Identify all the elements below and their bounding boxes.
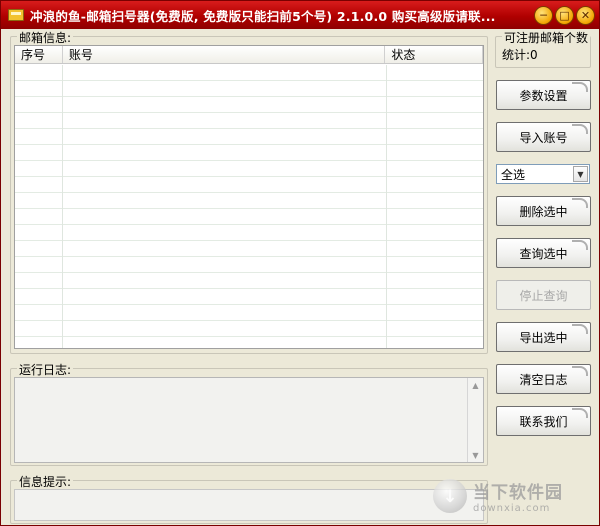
export-selected-label: 导出选中 (519, 330, 568, 345)
watermark-cn: 当下软件园 (473, 483, 563, 503)
download-arrow-icon: ↓ (433, 479, 467, 513)
run-log-group: 运行日志: ▲ ▼ (10, 361, 488, 466)
column-header-status[interactable]: 状态 (385, 46, 483, 63)
selection-value: 全选 (501, 167, 526, 182)
info-tips-group: 信息提示: (10, 473, 488, 524)
swirl-decoration-icon (572, 198, 588, 208)
contact-us-label: 联系我们 (519, 414, 568, 429)
selection-dropdown[interactable]: 全选 ▼ (496, 164, 590, 184)
swirl-decoration-icon (572, 82, 588, 92)
close-button[interactable]: ✕ (576, 6, 595, 25)
query-selected-label: 查询选中 (519, 246, 568, 261)
log-scrollbar[interactable]: ▲ ▼ (467, 378, 483, 462)
mailbox-info-group: 邮箱信息: 序号 账号 状态 (10, 29, 488, 354)
watermark-text: 当下软件园 downxia.com (473, 478, 563, 514)
delete-selected-label: 删除选中 (519, 204, 568, 219)
delete-selected-button[interactable]: 删除选中 (496, 196, 591, 226)
clear-log-label: 清空日志 (519, 372, 568, 387)
scroll-down-icon[interactable]: ▼ (468, 448, 483, 462)
run-log-label: 运行日志: (17, 361, 74, 378)
chevron-down-icon[interactable]: ▼ (573, 166, 588, 182)
scroll-up-icon[interactable]: ▲ (468, 378, 483, 392)
registrable-count-group: 可注册邮箱个数 统计:0 (495, 29, 591, 68)
info-tips-label: 信息提示: (17, 473, 74, 490)
table-header: 序号 账号 状态 (15, 46, 483, 64)
swirl-decoration-icon (572, 240, 588, 250)
window-controls: ─ □ ✕ (534, 6, 595, 25)
import-accounts-label: 导入账号 (519, 130, 568, 145)
run-log-textarea[interactable]: ▲ ▼ (14, 377, 484, 463)
import-accounts-button[interactable]: 导入账号 (496, 122, 591, 152)
swirl-decoration-icon (572, 366, 588, 376)
params-settings-label: 参数设置 (519, 88, 568, 103)
window-title: 冲浪的鱼-邮箱扫号器(免费版, 免费版只能扫前5个号) 2.1.0.0 购买高级… (30, 8, 496, 24)
table-body[interactable] (15, 65, 483, 348)
title-bar[interactable]: 冲浪的鱼-邮箱扫号器(免费版, 免费版只能扫前5个号) 2.1.0.0 购买高级… (1, 1, 599, 29)
registrable-count-label: 可注册邮箱个数 (502, 29, 590, 46)
stop-query-label: 停止查询 (519, 288, 568, 303)
minimize-button[interactable]: ─ (534, 6, 553, 25)
query-selected-button[interactable]: 查询选中 (496, 238, 591, 268)
column-header-account[interactable]: 账号 (63, 46, 386, 63)
swirl-decoration-icon (572, 124, 588, 134)
export-selected-button[interactable]: 导出选中 (496, 322, 591, 352)
clear-log-button[interactable]: 清空日志 (496, 364, 591, 394)
params-settings-button[interactable]: 参数设置 (496, 80, 591, 110)
swirl-decoration-icon (572, 324, 588, 334)
swirl-decoration-icon (572, 408, 588, 418)
info-tips-area (14, 489, 484, 521)
mail-app-icon (8, 9, 24, 21)
contact-us-button[interactable]: 联系我们 (496, 406, 591, 436)
maximize-button[interactable]: □ (555, 6, 574, 25)
count-statistic: 统计:0 (502, 48, 538, 62)
mailbox-info-label: 邮箱信息: (17, 29, 74, 46)
watermark-en: downxia.com (473, 503, 551, 514)
main-window: 冲浪的鱼-邮箱扫号器(免费版, 免费版只能扫前5个号) 2.1.0.0 购买高级… (0, 0, 600, 526)
watermark: ↓ 当下软件园 downxia.com (433, 471, 599, 521)
account-table[interactable]: 序号 账号 状态 (14, 45, 484, 349)
column-header-index[interactable]: 序号 (15, 46, 63, 63)
stop-query-button[interactable]: 停止查询 (496, 280, 591, 310)
